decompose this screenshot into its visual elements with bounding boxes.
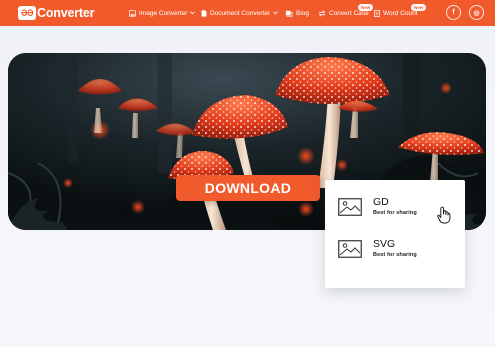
nav-document-converter[interactable]: Document Converter xyxy=(201,0,278,26)
format-dropdown: GD Best for sharing SVG Best for sharing xyxy=(325,180,465,288)
word-count-icon xyxy=(374,9,380,17)
new-badge: New xyxy=(411,4,427,11)
facebook-icon[interactable]: f xyxy=(446,5,461,20)
nav-blog[interactable]: Blog xyxy=(285,0,309,26)
chevron-down-icon xyxy=(273,11,278,15)
image-file-icon xyxy=(338,240,362,258)
logo-text: Converter xyxy=(37,6,95,20)
convert-case-icon xyxy=(318,9,326,17)
logo-badge: ƏƏ xyxy=(18,6,36,20)
nav-label: Document Converter xyxy=(210,9,270,17)
nav-word-count[interactable]: Word Count xyxy=(374,0,418,26)
format-subtitle: Best for sharing xyxy=(373,252,417,258)
site-logo[interactable]: ƏƏ Converter xyxy=(18,4,94,22)
image-file-icon xyxy=(338,198,362,216)
format-title: GD xyxy=(373,196,389,208)
download-button[interactable]: DOWNLOAD xyxy=(176,175,320,201)
format-option-svg[interactable]: SVG Best for sharing xyxy=(325,232,465,268)
image-icon xyxy=(129,9,136,17)
instagram-icon[interactable]: ◎ xyxy=(469,5,484,20)
hand-pointer-icon xyxy=(437,206,451,224)
format-title: SVG xyxy=(373,238,396,250)
blog-icon xyxy=(285,10,293,17)
nav-image-converter[interactable]: Image Converter xyxy=(129,0,196,26)
format-subtitle: Best for sharing xyxy=(373,210,417,216)
top-navbar: ƏƏ Converter Image Converter Document Co… xyxy=(0,0,495,26)
nav-label: Image Converter xyxy=(139,9,188,17)
document-icon xyxy=(201,9,207,17)
chevron-down-icon xyxy=(190,11,196,15)
new-badge: New xyxy=(358,4,374,11)
nav-label: Blog xyxy=(296,9,310,17)
